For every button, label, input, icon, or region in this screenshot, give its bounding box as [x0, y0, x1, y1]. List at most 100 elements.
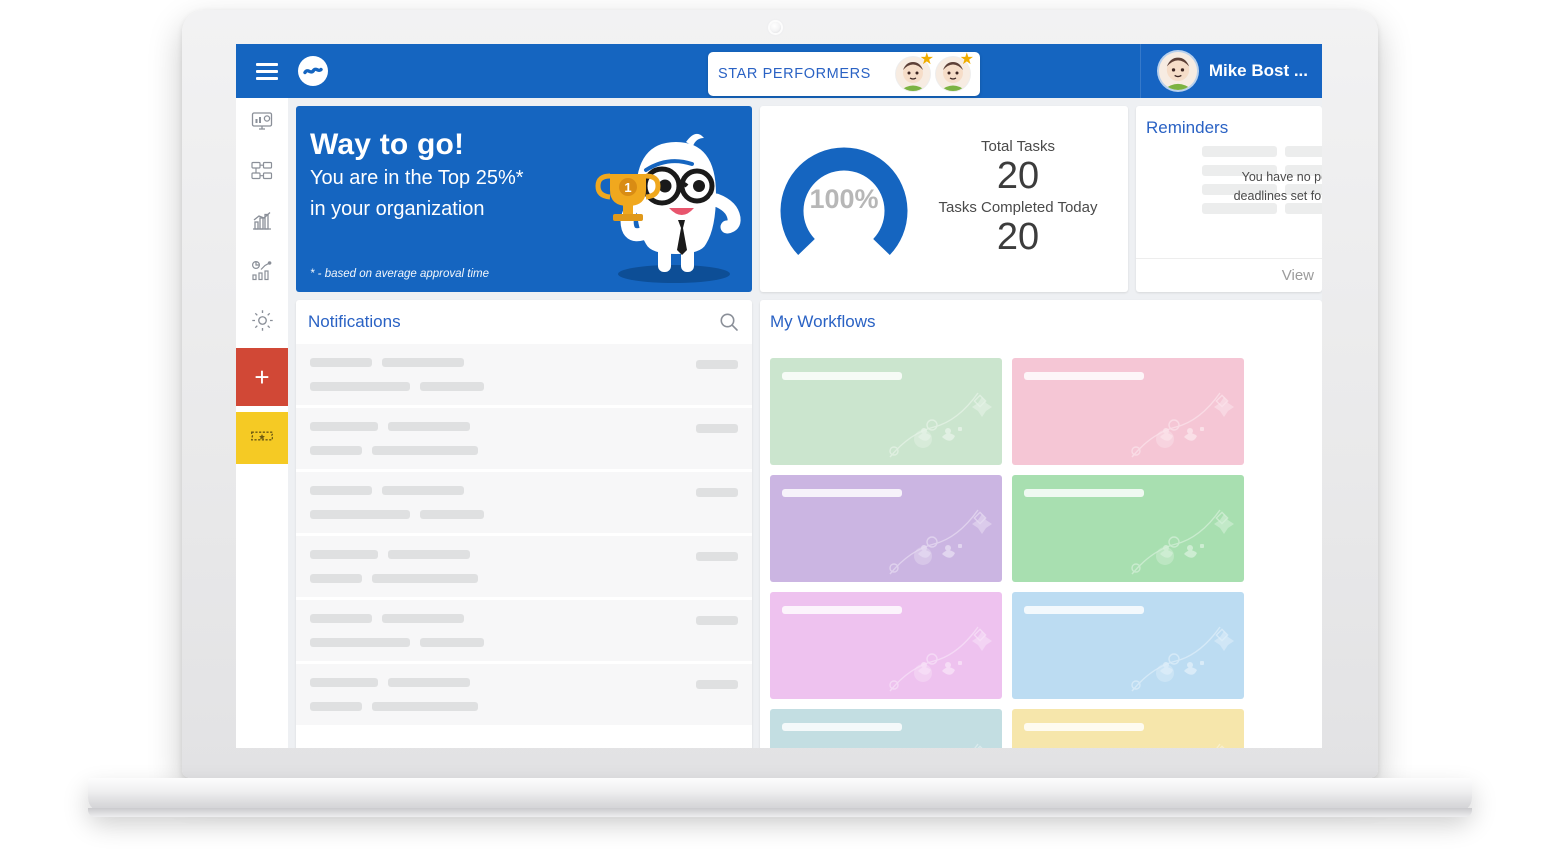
way-to-go-card: Way to go! You are in the Top 25%* in yo…: [296, 106, 752, 292]
notification-timestamp-placeholder: [696, 616, 738, 625]
user-profile-menu[interactable]: Mike Bost ...: [1139, 44, 1322, 98]
app-body: + Way to go! You are in the Top 25%* in …: [236, 98, 1322, 748]
notification-timestamp-placeholder: [696, 680, 738, 689]
notification-line-1: [310, 486, 738, 495]
total-tasks-card: 100% Total Tasks 20 Tasks Completed Toda…: [760, 106, 1128, 292]
workflow-card-6[interactable]: [1012, 592, 1244, 699]
workflow-card-grid: [770, 358, 1322, 748]
notification-timestamp-placeholder: [696, 360, 738, 369]
workflow-card-3[interactable]: [770, 475, 1002, 582]
way-to-go-footnote: * - based on average approval time: [310, 268, 489, 280]
reminders-empty-message: You have no pend deadlines set for yo: [1206, 168, 1322, 207]
notification-row[interactable]: [296, 664, 752, 728]
notification-timestamp-placeholder: [696, 488, 738, 497]
ticket-star-icon: [249, 423, 275, 454]
notifications-panel: Notifications: [296, 300, 752, 748]
workflow-card-8[interactable]: [1012, 709, 1244, 748]
hamburger-menu-icon[interactable]: [244, 62, 290, 80]
star-performers-label: STAR PERFORMERS: [718, 66, 871, 82]
tasks-completed-label: Tasks Completed Today: [938, 199, 1098, 216]
profile-name: Mike Bost ...: [1208, 61, 1308, 80]
star-performer-avatars: ★ ★: [896, 52, 974, 91]
avatar: [1158, 52, 1197, 90]
notifications-header: Notifications: [296, 300, 752, 344]
workflow-card-5[interactable]: [770, 592, 1002, 699]
search-icon[interactable]: [718, 311, 740, 333]
notification-row[interactable]: [296, 344, 752, 408]
gold-star-icon: ★: [959, 51, 974, 68]
notification-line-2: [310, 446, 738, 455]
left-sidebar: +: [236, 98, 288, 748]
notification-line-2: [310, 574, 738, 583]
app-topbar: STAR PERFORMERS ★ ★ Mike Bost ...: [236, 44, 1322, 98]
workflow-card-4[interactable]: [1012, 475, 1244, 582]
laptop-screen: STAR PERFORMERS ★ ★ Mike Bost ... + Way …: [236, 44, 1322, 748]
workflow-card-2[interactable]: [1012, 358, 1244, 465]
sidebar-item-reports[interactable]: [236, 198, 288, 248]
workflow-card-1[interactable]: [770, 358, 1002, 465]
reminders-message-line1: You have no pend: [1241, 170, 1322, 184]
notifications-title: Notifications: [308, 312, 401, 331]
notification-line-2: [310, 510, 738, 519]
notification-row[interactable]: [296, 600, 752, 664]
gear-icon: [250, 308, 275, 338]
gold-star-icon: ★: [919, 51, 934, 68]
notification-line-1: [310, 422, 738, 431]
trophy-rank-label: 1: [624, 180, 631, 195]
workflow-watermark-icon: [889, 392, 992, 458]
dashboard-monitor-icon: [250, 109, 274, 138]
reminders-title: Reminders: [1146, 118, 1229, 137]
star-performer-1[interactable]: ★: [896, 52, 934, 91]
mascot-trophy-illustration: 1: [595, 133, 741, 283]
star-performer-2[interactable]: ★: [936, 52, 974, 91]
reminders-view-link[interactable]: View: [1282, 267, 1314, 284]
my-workflows-title: My Workflows: [770, 312, 876, 331]
tasks-stats: Total Tasks 20 Tasks Completed Today 20: [918, 138, 1118, 259]
workflow-card-7[interactable]: [770, 709, 1002, 748]
my-workflows-panel: My Workflows: [760, 300, 1322, 748]
reminders-message-line2: deadlines set for yo: [1233, 189, 1322, 204]
notification-row[interactable]: [296, 472, 752, 536]
sidebar-item-rewards[interactable]: [236, 412, 288, 464]
reminders-footer: View: [1136, 258, 1322, 292]
analytics-icon: [250, 259, 274, 288]
notification-timestamp-placeholder: [696, 552, 738, 561]
workflow-forms-icon: [250, 159, 274, 188]
workflow-watermark-icon: [1131, 509, 1234, 575]
top-card-row: Way to go! You are in the Top 25%* in yo…: [296, 106, 1322, 292]
notification-timestamp-placeholder: [696, 424, 738, 433]
gauge-percent-label: 100%: [809, 183, 879, 214]
notification-line-2: [310, 382, 738, 391]
plus-icon: +: [254, 362, 270, 392]
notifications-list[interactable]: [296, 344, 752, 748]
workflow-watermark-icon: [1215, 743, 1229, 748]
bottom-card-row: Notifications My Workflows: [296, 300, 1322, 748]
tasks-completed-value: 20: [996, 216, 1040, 258]
star-performers-badge[interactable]: STAR PERFORMERS ★ ★: [708, 52, 980, 96]
sidebar-item-dashboard[interactable]: [236, 98, 288, 148]
notification-line-2: [310, 702, 738, 711]
notification-line-1: [310, 614, 738, 623]
laptop-base: [88, 778, 1472, 812]
laptop-webcam: [770, 22, 781, 33]
reminders-card: Reminders You have no pend deadlines set…: [1136, 106, 1322, 292]
notification-line-1: [310, 550, 738, 559]
bar-chart-icon: [250, 209, 274, 238]
workflow-watermark-icon: [889, 509, 992, 575]
workflow-watermark-icon: [1131, 626, 1234, 692]
sidebar-item-workflows[interactable]: [236, 148, 288, 198]
sidebar-item-create[interactable]: +: [236, 348, 288, 406]
completion-gauge: 100%: [770, 129, 918, 269]
sidebar-item-settings[interactable]: [236, 298, 288, 348]
laptop-foot: [88, 808, 1472, 817]
sidebar-item-analytics[interactable]: [236, 248, 288, 298]
main-content: Way to go! You are in the Top 25%* in yo…: [288, 98, 1322, 748]
brand-wave-logo-icon[interactable]: [298, 56, 328, 86]
notification-line-2: [310, 638, 738, 647]
notification-row[interactable]: [296, 408, 752, 472]
screenshot-stage: STAR PERFORMERS ★ ★ Mike Bost ... + Way …: [0, 0, 1560, 852]
workflow-watermark-icon: [973, 743, 987, 748]
notification-row[interactable]: [296, 536, 752, 600]
notification-line-1: [310, 678, 738, 687]
workflow-watermark-icon: [1131, 392, 1234, 458]
